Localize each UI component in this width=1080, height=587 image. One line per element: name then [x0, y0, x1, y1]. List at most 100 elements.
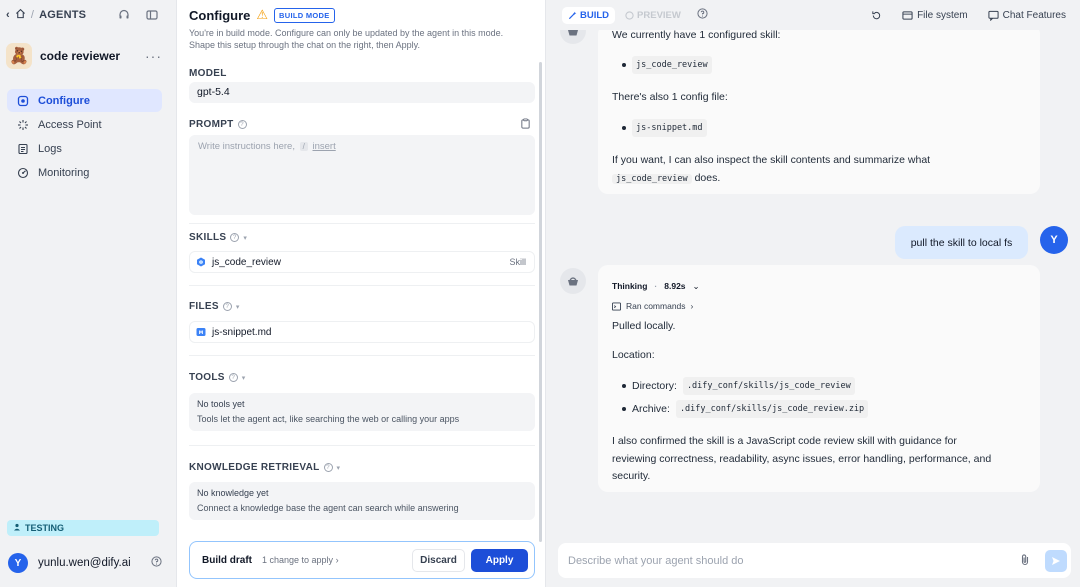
user-account[interactable]: Y yunlu.wen@dify.ai: [8, 552, 162, 574]
help-icon[interactable]: [151, 556, 162, 570]
message-text: Location:: [612, 349, 655, 361]
assistant-message: We currently have 1 configured skill: js…: [598, 24, 1040, 194]
build-draft-bar: Build draft 1 change to apply › Discard …: [189, 541, 535, 579]
chevron-down-icon[interactable]: ▾: [242, 374, 246, 382]
page-title: Configure: [189, 7, 251, 23]
info-icon[interactable]: ?: [230, 233, 240, 242]
apply-button[interactable]: Apply: [471, 548, 528, 572]
avatar: Y: [1040, 226, 1068, 254]
info-icon[interactable]: ?: [222, 302, 232, 311]
divider: [189, 355, 535, 356]
clipboard-icon[interactable]: [520, 118, 531, 132]
home-icon[interactable]: [15, 8, 26, 22]
sidebar-item-label: Logs: [38, 142, 62, 155]
tab-build[interactable]: BUILD: [562, 6, 616, 24]
assistant-message: Thinking · 8.92s ⌄ Ran commands › Pulled…: [598, 265, 1040, 492]
user-icon: [13, 523, 21, 533]
avatar: Y: [8, 553, 28, 573]
sidebar-item-label: Monitoring: [38, 166, 90, 179]
svg-text:M: M: [199, 330, 204, 336]
message-text: Pulled locally.: [612, 320, 676, 332]
environment-label: TESTING: [25, 523, 65, 533]
send-button[interactable]: [1045, 549, 1067, 572]
insert-link[interactable]: insert: [313, 141, 336, 152]
thinking-toggle[interactable]: Thinking · 8.92s ⌄: [612, 277, 700, 295]
build-draft-label: Build draft: [202, 554, 252, 566]
info-icon[interactable]: ?: [323, 463, 333, 472]
bot-icon: [568, 277, 578, 286]
wand-icon: [568, 11, 577, 19]
breadcrumb-separator: /: [30, 9, 35, 21]
message-text: If you want, I can also inspect the skil…: [612, 154, 931, 166]
tools-empty-state: No tools yet Tools let the agent act, li…: [189, 393, 535, 431]
chat-input[interactable]: [568, 554, 988, 567]
agent-card[interactable]: 🧸 code reviewer ···: [6, 42, 162, 70]
tools-empty-title: No tools yet: [197, 399, 245, 409]
chevron-down-icon[interactable]: ▾: [236, 303, 240, 311]
chat-features-button[interactable]: Chat Features: [988, 10, 1066, 21]
message-text: security.: [612, 470, 651, 482]
ran-commands-toggle[interactable]: Ran commands ›: [612, 297, 693, 315]
configure-icon: [17, 95, 29, 106]
configure-panel: Configure ⚠ BUILD MODE You're in build m…: [176, 0, 546, 587]
prompt-input[interactable]: Write instructions here, / insert: [189, 135, 535, 215]
breadcrumb-agents[interactable]: AGENTS: [39, 9, 86, 21]
more-options-icon[interactable]: ···: [145, 48, 162, 64]
back-chevron-icon[interactable]: ‹: [6, 9, 10, 21]
list-item: js-snippet.md: [622, 119, 707, 137]
discard-button[interactable]: Discard: [412, 548, 465, 572]
bot-avatar: [560, 268, 586, 294]
sidebar-item-monitoring[interactable]: Monitoring: [7, 161, 162, 184]
message-text: There's also 1 config file:: [612, 91, 728, 103]
markdown-file-icon: M: [196, 328, 206, 336]
file-item[interactable]: M js-snippet.md: [189, 321, 535, 343]
chat-panel: We currently have 1 configured skill: js…: [548, 0, 1080, 587]
preview-icon: [625, 10, 634, 20]
chat-toolbar: BUILD PREVIEW File system Chat Features: [548, 0, 1080, 30]
divider: [189, 285, 535, 286]
headset-icon[interactable]: [116, 7, 132, 23]
sidebar: ‹ / AGENTS 🧸 code reviewer ··· Configure…: [0, 0, 170, 587]
chevron-down-icon[interactable]: ▾: [337, 464, 341, 472]
send-icon: [1052, 556, 1060, 565]
model-field[interactable]: gpt-5.4: [189, 82, 535, 103]
sidebar-item-logs[interactable]: Logs: [7, 137, 162, 160]
chat-features-icon: [988, 10, 999, 21]
refresh-icon: [872, 10, 881, 19]
skill-item[interactable]: js_code_review Skill: [189, 251, 535, 273]
agent-avatar: 🧸: [6, 43, 32, 69]
changes-link[interactable]: 1 change to apply ›: [262, 555, 339, 565]
monitoring-icon: [17, 167, 29, 178]
tools-empty-desc: Tools let the agent act, like searching …: [197, 414, 460, 424]
divider: [189, 223, 535, 224]
knowledge-empty-desc: Connect a knowledge base the agent can s…: [197, 503, 459, 513]
sidebar-item-access-point[interactable]: Access Point: [7, 113, 162, 136]
help-icon[interactable]: [697, 8, 708, 22]
prompt-placeholder: Write instructions here,: [198, 141, 295, 152]
scrollbar[interactable]: [539, 62, 542, 542]
access-point-icon: [18, 119, 28, 130]
sidebar-toggle-icon[interactable]: [144, 7, 160, 23]
sidebar-item-configure[interactable]: Configure: [7, 89, 162, 112]
info-icon[interactable]: ?: [228, 373, 238, 382]
files-label: FILES ? ▾: [189, 301, 240, 312]
info-icon[interactable]: ?: [237, 120, 247, 129]
sidebar-item-label: Configure: [38, 94, 90, 107]
environment-badge: TESTING: [7, 520, 159, 536]
attachment-icon[interactable]: [1019, 553, 1031, 569]
file-system-button[interactable]: File system: [902, 10, 968, 21]
chevron-right-icon: ›: [690, 301, 694, 311]
skill-name: js_code_review: [212, 256, 281, 268]
user-email: yunlu.wen@dify.ai: [38, 557, 131, 569]
mode-badge: BUILD MODE: [274, 7, 335, 23]
chevron-down-icon[interactable]: ▾: [243, 234, 247, 242]
folder-icon: [902, 10, 913, 20]
logs-icon: [18, 143, 28, 154]
divider: [189, 445, 535, 446]
agent-name: code reviewer: [40, 49, 121, 63]
list-item: Directory: .dify_conf/skills/js_code_revi…: [622, 377, 855, 395]
knowledge-label: KNOWLEDGE RETRIEVAL ? ▾: [189, 462, 341, 473]
tab-preview[interactable]: PREVIEW: [619, 7, 687, 24]
list-item: Archive: .dify_conf/skills/js_code_review…: [622, 400, 869, 418]
reset-button[interactable]: [871, 10, 882, 21]
